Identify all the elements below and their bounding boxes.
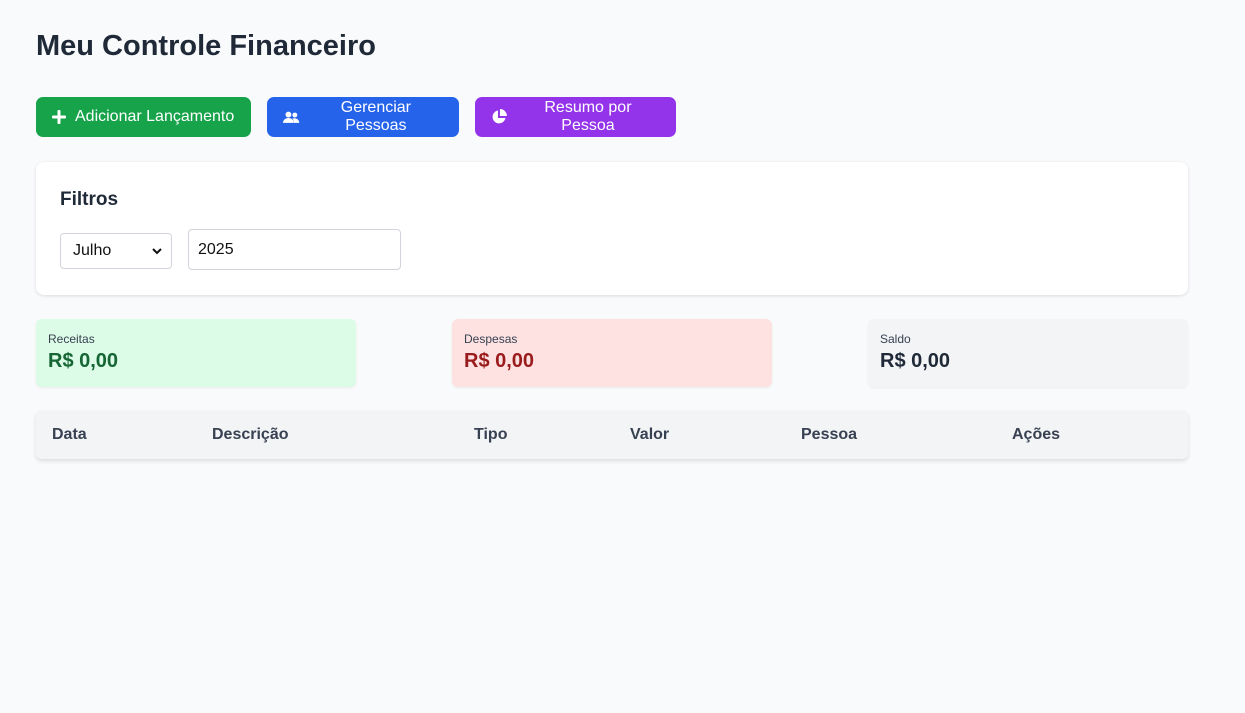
expenses-value: R$ 0,00 [464, 350, 535, 372]
column-header-actions: Ações [1012, 426, 1061, 443]
column-header-date: Data [52, 426, 87, 443]
column-header-description: Descrição [212, 426, 289, 443]
summary-by-person-button[interactable]: Resumo por Pessoa [475, 97, 676, 137]
transactions-table-header: Data Descrição Tipo Valor Pessoa Ações [36, 411, 1188, 459]
column-header-person: Pessoa [801, 426, 858, 443]
pie-chart-icon [492, 109, 507, 124]
manage-people-button[interactable]: Gerenciar Pessoas [267, 97, 459, 137]
year-value: 2025 [198, 240, 234, 258]
income-value: R$ 0,00 [48, 350, 119, 372]
summary-by-person-label: Resumo por Pessoa [544, 99, 632, 134]
users-icon [283, 111, 300, 123]
balance-label: Saldo [880, 332, 911, 346]
column-header-type: Tipo [474, 426, 508, 443]
chevron-down-icon [152, 248, 162, 255]
month-value: Julho [73, 242, 112, 259]
year-input[interactable]: 2025 [188, 229, 401, 270]
add-entry-label: Adicionar Lançamento [75, 108, 235, 125]
column-header-value: Valor [630, 426, 670, 443]
filters-title: Filtros [60, 189, 119, 210]
income-label: Receitas [48, 332, 95, 346]
expenses-label: Despesas [464, 332, 518, 346]
page-title: Meu Controle Financeiro [36, 30, 376, 62]
plus-icon [52, 110, 66, 124]
balance-value: R$ 0,00 [880, 350, 951, 372]
month-select[interactable]: Julho [60, 233, 172, 269]
manage-people-label: Gerenciar Pessoas [340, 99, 411, 134]
add-entry-button[interactable]: Adicionar Lançamento [36, 97, 251, 137]
balance-card: Saldo R$ 0,00 [868, 319, 1188, 387]
income-card: Receitas R$ 0,00 [36, 319, 356, 387]
expenses-card: Despesas R$ 0,00 [452, 319, 772, 387]
filters-panel: Filtros Julho 2025 [36, 162, 1188, 295]
